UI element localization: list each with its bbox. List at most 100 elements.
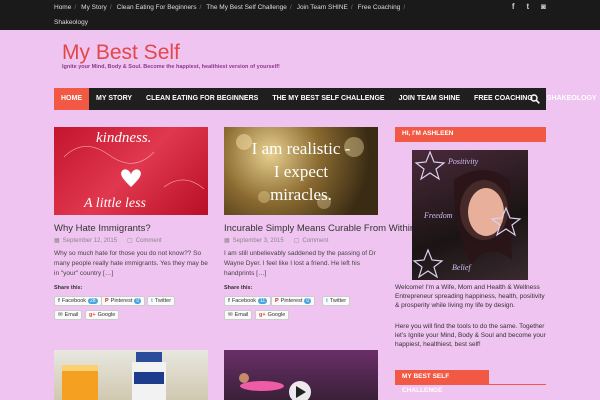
separator: / [109, 4, 112, 11]
bio-paragraph: Welcome! I'm a Wife, Mom and Health & We… [395, 284, 545, 309]
image-caption: miracles. [270, 185, 332, 204]
calendar-icon: ▦ [224, 238, 230, 244]
separator: / [289, 4, 292, 11]
profile-photo: Positivity Freedom Belief [412, 150, 528, 280]
nav-home[interactable]: HOME [54, 88, 89, 110]
email-icon: ✉ [228, 312, 233, 318]
calendar-icon: ▦ [54, 238, 60, 244]
miracles-image: I am realistic - I expect miracles. [236, 134, 364, 209]
pinterest-icon: P [275, 298, 279, 304]
button-label: Facebook [61, 298, 86, 304]
nav-my-story[interactable]: MY STORY [89, 88, 139, 110]
nav-clean-eating[interactable]: CLEAN EATING FOR BEGINNERS [139, 88, 265, 110]
social-links: f t ◙ [512, 2, 546, 11]
email-icon: ✉ [58, 312, 63, 318]
post-meta: ▦ September 12, 2015 ▢ Comment [54, 237, 162, 245]
share-count: 0 [134, 298, 142, 304]
nav-team-shine[interactable]: JOIN TEAM SHINE [392, 88, 467, 110]
nav-shakeology[interactable]: SHAKEOLOGY [540, 88, 600, 110]
top-link-challenge[interactable]: The My Best Self Challenge [206, 4, 287, 11]
share-count: 28 [88, 298, 98, 304]
share-label: Share this: [224, 285, 253, 291]
button-label: Pinterest [110, 298, 133, 304]
google-plus-icon: g+ [259, 312, 266, 318]
widget-divider [395, 384, 546, 385]
button-label: Facebook [231, 298, 256, 304]
bio-paragraph: Here you will find the tools to do the s… [395, 323, 546, 348]
top-link-free-coaching[interactable]: Free Coaching [358, 4, 401, 11]
post-meta: ▦ September 3, 2015 ▢ Comment [224, 237, 328, 245]
kindness-image: kindness. A little less [63, 130, 205, 211]
facebook-share-button[interactable]: f Facebook 11 [224, 296, 272, 306]
comment-icon: ▢ [293, 238, 300, 244]
pinterest-share-button[interactable]: P Pinterest 0 [271, 296, 316, 306]
pinterest-share-button[interactable]: P Pinterest 0 [101, 296, 146, 306]
button-label: Twitter [154, 298, 172, 304]
instagram-icon[interactable]: ◙ [541, 2, 546, 11]
main-nav: HOME MY STORY CLEAN EATING FOR BEGINNERS… [54, 88, 597, 110]
google-plus-icon: g+ [89, 312, 96, 318]
widget-title-about: HI, I'M ASHLEEN [395, 127, 546, 141]
post-title[interactable]: Incurable Simply Means Curable From With… [224, 223, 415, 234]
facebook-icon[interactable]: f [512, 2, 515, 11]
button-label: Email [64, 312, 79, 318]
post-date[interactable]: September 3, 2015 [233, 238, 284, 244]
comment-icon: ▢ [127, 238, 133, 244]
button-label: Pinterest [280, 298, 303, 304]
image-caption: I am realistic - [252, 139, 351, 158]
image-caption: A little less [83, 196, 147, 211]
nav-free-coaching[interactable]: FREE COACHING [467, 88, 540, 110]
top-link-clean-eating[interactable]: Clean Eating For Beginners [117, 4, 197, 11]
post-date[interactable]: September 12, 2015 [63, 238, 117, 244]
widget-title-challenge: MY BEST SELF CHALLENGE [395, 370, 489, 394]
separator: / [350, 4, 353, 11]
photo-word: Freedom [423, 211, 453, 220]
twitter-icon[interactable]: t [526, 2, 529, 11]
post-video-thumbnail[interactable] [224, 350, 378, 400]
workout-video-image [239, 373, 311, 400]
top-link-shakeology[interactable]: Shakeology [54, 15, 88, 30]
button-label: Twitter [329, 298, 347, 304]
image-caption: kindness. [96, 130, 151, 146]
post-title[interactable]: Why Hate Immigrants? [54, 223, 151, 234]
twitter-share-button[interactable]: t Twitter [147, 296, 176, 306]
pinterest-icon: P [105, 298, 109, 304]
twitter-icon: t [326, 298, 328, 304]
share-count: 0 [304, 298, 312, 304]
supplements-image [62, 352, 166, 400]
separator: / [403, 4, 406, 11]
top-link-home[interactable]: Home [54, 4, 71, 11]
portrait-image: Positivity Freedom Belief [412, 150, 522, 279]
image-caption: I expect [274, 162, 329, 181]
post-thumbnail[interactable]: kindness. A little less [54, 127, 208, 215]
top-bar: Home / My Story / Clean Eating For Beginne… [0, 0, 600, 30]
google-share-button[interactable]: g+ Google [255, 310, 290, 320]
site-title[interactable]: My Best Self [62, 41, 180, 65]
button-label: Google [97, 312, 116, 318]
post-thumbnail[interactable]: I am realistic - I expect miracles. [224, 127, 378, 215]
post-thumbnail[interactable] [54, 350, 208, 400]
search-icon[interactable] [530, 94, 540, 104]
top-link-team-shine[interactable]: Join Team SHINE [297, 4, 348, 11]
facebook-share-button[interactable]: f Facebook 28 [54, 296, 102, 306]
twitter-icon: t [151, 298, 153, 304]
post-excerpt: Why so much hate for those you do not kn… [54, 250, 208, 277]
twitter-share-button[interactable]: t Twitter [322, 296, 351, 306]
photo-word: Belief [452, 263, 472, 272]
facebook-icon: f [58, 298, 60, 304]
top-link-my-story[interactable]: My Story [81, 4, 107, 11]
photo-word: Positivity [447, 157, 479, 166]
post-comment-link[interactable]: Comment [136, 238, 162, 244]
site-tagline: Ignite your Mind, Body & Soul. Become th… [62, 64, 280, 70]
email-share-button[interactable]: ✉ Email [224, 310, 253, 320]
post-comment-link[interactable]: Comment [302, 238, 328, 244]
button-label: Google [267, 312, 286, 318]
google-share-button[interactable]: g+ Google [85, 310, 120, 320]
widget-divider [395, 141, 546, 142]
email-share-button[interactable]: ✉ Email [54, 310, 83, 320]
nav-challenge[interactable]: THE MY BEST SELF CHALLENGE [265, 88, 391, 110]
share-count: 11 [258, 298, 268, 304]
share-label: Share this: [54, 285, 83, 291]
separator: / [74, 4, 77, 11]
separator: / [199, 4, 202, 11]
